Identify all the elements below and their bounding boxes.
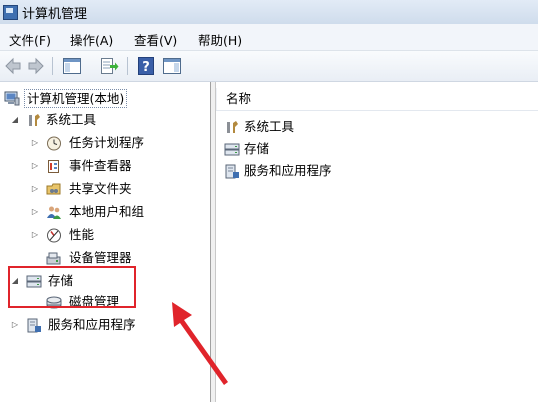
forward-icon[interactable] [26,56,46,76]
tree-item-shared-folders[interactable]: ▷ 共享文件夹 [0,179,210,199]
toolbar-separator [52,57,53,75]
toolbar: ? [0,51,538,82]
tree-item-performance[interactable]: ▷ 性能 [0,225,210,245]
tree-item-computer-management[interactable]: 计算机管理(本地) [0,88,210,108]
menu-file[interactable]: 文件(F) [9,30,51,49]
collapse-triangle-icon[interactable]: ◢ [10,110,20,130]
tree-label: 服务和应用程序 [48,317,136,332]
expand-triangle-icon[interactable]: ▷ [30,179,40,199]
tree-label: 事件查看器 [69,158,132,173]
tree-label: 共享文件夹 [69,181,132,196]
title-bar: 计算机管理 [0,0,538,24]
list-view: 名称 系统工具 存储 服务和应用程序 [216,82,538,402]
tree-label: 本地用户和组 [69,204,145,219]
expand-triangle-icon[interactable]: ▷ [30,225,40,245]
show-hide-action-pane-icon[interactable] [162,56,182,76]
system-tools-icon [227,121,238,133]
annotation-highlight-box [8,266,136,308]
computer-management-icon [3,5,18,20]
system-tools-icon [29,114,40,126]
tree-label: 任务计划程序 [69,135,145,150]
tree-label: 系统工具 [46,112,97,127]
toolbar-separator [127,57,128,75]
computer-management-icon [4,91,20,106]
performance-icon [47,228,61,243]
help-icon[interactable]: ? [136,56,156,76]
tree-item-local-users-groups[interactable]: ▷ 本地用户和组 [0,202,210,222]
column-header[interactable]: 名称 [216,88,538,111]
annotation-arrow-icon [172,302,228,385]
menu-view[interactable]: 查看(V) [134,30,177,49]
shared-folders-icon [46,183,61,195]
services-icon [27,318,41,333]
expand-triangle-icon[interactable]: ▷ [10,315,20,335]
users-icon [47,206,61,219]
expand-triangle-icon[interactable]: ▷ [30,202,40,222]
clock-icon [47,136,61,151]
show-hide-console-tree-icon[interactable] [62,56,82,76]
tree-item-event-viewer[interactable]: ▷ 事件查看器 [0,156,210,176]
svg-text:?: ? [142,60,150,75]
export-list-icon[interactable] [99,56,119,76]
menu-action[interactable]: 操作(A) [70,30,113,49]
list-item-label: 服务和应用程序 [244,163,332,178]
column-header-name[interactable]: 名称 [226,88,251,110]
menu-help[interactable]: 帮助(H) [198,30,242,49]
tree-label: 性能 [69,227,95,242]
expand-triangle-icon[interactable]: ▷ [30,156,40,176]
back-icon[interactable] [3,56,23,76]
tree-label: 设备管理器 [69,250,132,265]
storage-icon [224,143,240,156]
list-item-label: 系统工具 [244,119,295,134]
expand-triangle-icon[interactable]: ▷ [30,133,40,153]
window-title: 计算机管理 [22,7,88,22]
tree-item-task-scheduler[interactable]: ▷ 任务计划程序 [0,133,210,153]
event-viewer-icon [48,160,59,173]
list-item-label: 存储 [244,141,270,156]
services-icon [225,164,239,179]
column-divider [216,88,217,110]
tree-root-label: 计算机管理(本地) [24,89,128,108]
menu-bar: 文件(F) 操作(A) 查看(V) 帮助(H) [0,24,538,51]
tree-item-system-tools[interactable]: ◢ 系统工具 [0,110,210,130]
device-manager-icon [46,252,61,265]
tree-item-device-manager[interactable]: 设备管理器 [0,248,210,268]
